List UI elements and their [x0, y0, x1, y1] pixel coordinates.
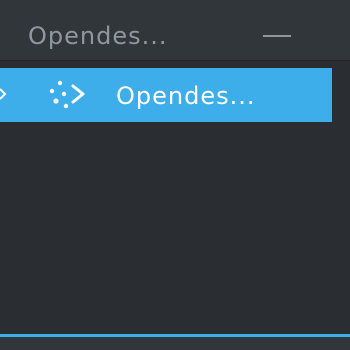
window-title: Opendes...: [28, 22, 168, 50]
bottom-bar: [0, 334, 350, 350]
minimize-icon[interactable]: [262, 22, 292, 50]
chevron-right-icon[interactable]: [0, 81, 10, 107]
title-bar[interactable]: Opendes...: [0, 0, 350, 61]
item-list: Opendes...: [0, 61, 350, 334]
dotted-arrow-icon: [40, 78, 88, 112]
app-window: Opendes... Opendes...: [0, 0, 350, 350]
list-item-label: Opendes...: [116, 82, 256, 110]
list-item-selected[interactable]: Opendes...: [0, 68, 332, 122]
